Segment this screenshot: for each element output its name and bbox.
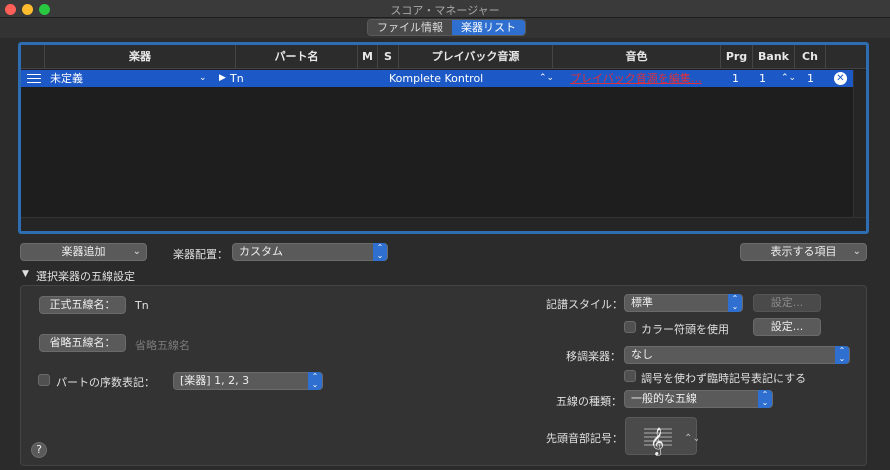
- full-name-value[interactable]: Tn: [135, 299, 149, 312]
- arrangement-popup[interactable]: カスタム ⌃ ⌄: [232, 243, 388, 261]
- row-prg[interactable]: 1: [732, 70, 739, 87]
- full-name-button[interactable]: 正式五線名：: [39, 296, 126, 314]
- clef-selector[interactable]: 𝄞 ⌃⌄: [625, 417, 701, 456]
- disclosure-triangle-down-icon[interactable]: ▼: [22, 269, 29, 279]
- transposing-label: 移調楽器：: [566, 350, 621, 363]
- row-instrument[interactable]: 未定義: [50, 70, 83, 87]
- staff-settings-title: 選択楽器の五線設定: [36, 270, 135, 283]
- ordinal-label: パートの序数表記：: [56, 376, 155, 389]
- header-ch[interactable]: Ch: [794, 45, 825, 69]
- title-bar: スコア・マネージャー: [0, 0, 890, 18]
- row-ch[interactable]: 1: [807, 70, 814, 87]
- notation-style-popup[interactable]: 標準 ⌃ ⌄: [624, 294, 743, 312]
- add-instrument-label: 楽器追加: [61, 245, 106, 258]
- table-row[interactable]: 未定義 ⌄ ▶ Tn Komplete Kontrol ⌃⌄ プレイバック音源を…: [21, 70, 853, 87]
- ordinal-value: [楽器] 1, 2, 3: [180, 374, 250, 387]
- short-name-button[interactable]: 省略五線名：: [39, 334, 126, 352]
- notation-settings-button[interactable]: 設定...: [753, 294, 821, 312]
- remove-instrument-icon[interactable]: ✕: [834, 72, 847, 85]
- show-items-button[interactable]: 表示する項目 ⌄: [740, 243, 867, 261]
- ordinal-checkbox[interactable]: [38, 374, 50, 386]
- svg-text:⌃⌄: ⌃⌄: [684, 433, 698, 444]
- key-accidental-checkbox[interactable]: [624, 370, 636, 382]
- vertical-scrollbar[interactable]: [853, 70, 866, 217]
- help-button[interactable]: ?: [31, 442, 47, 458]
- row-playback[interactable]: Komplete Kontrol: [389, 70, 483, 87]
- treble-clef-icon: 𝄞 ⌃⌄: [644, 427, 701, 456]
- instrument-dropdown-chevron-icon[interactable]: ⌄: [199, 70, 207, 87]
- add-instrument-button[interactable]: 楽器追加 ⌄: [20, 243, 147, 261]
- stepper-icon: ⌃ ⌄: [373, 243, 387, 261]
- row-part-name[interactable]: Tn: [230, 70, 244, 87]
- tab-bar: ファイル情報 楽器リスト: [0, 18, 890, 38]
- arrangement-value: カスタム: [239, 245, 283, 258]
- header-instrument[interactable]: 楽器: [44, 45, 235, 69]
- tab-instrument-list[interactable]: 楽器リスト: [452, 20, 525, 35]
- header-playback[interactable]: プレイバック音源: [398, 45, 552, 69]
- header-mute[interactable]: M: [357, 45, 377, 69]
- notation-style-label: 記譜スタイル：: [546, 298, 623, 311]
- header-sound[interactable]: 音色: [552, 45, 720, 69]
- header-handle: [21, 45, 44, 69]
- bank-stepper-icon[interactable]: ⌃⌄: [781, 70, 796, 87]
- show-items-label: 表示する項目: [770, 245, 837, 258]
- stepper-icon: ⌃ ⌄: [728, 294, 742, 312]
- horizontal-scrollbar[interactable]: [21, 217, 866, 231]
- short-name-field[interactable]: 省略五線名: [135, 337, 190, 353]
- row-bank[interactable]: 1: [759, 70, 766, 87]
- row-sound-edit-link[interactable]: プレイバック音源を編集…: [570, 70, 702, 87]
- staff-type-popup[interactable]: 一般的な五線 ⌃ ⌄: [624, 390, 773, 408]
- table-header: 楽器 パート名 M S プレイバック音源 音色 Prg Bank Ch: [21, 45, 866, 69]
- chevron-down-icon: ⌄: [132, 246, 141, 257]
- stepper-icon: ⌃ ⌄: [308, 372, 322, 390]
- playback-stepper-icon[interactable]: ⌃⌄: [539, 70, 554, 87]
- arrangement-label: 楽器配置：: [173, 248, 228, 261]
- staff-type-value: 一般的な五線: [631, 392, 697, 405]
- color-notehead-label: カラー符頭を使用: [641, 323, 729, 336]
- header-bank[interactable]: Bank: [752, 45, 794, 69]
- key-accidental-label: 調号を使わず臨時記号表記にする: [641, 372, 807, 385]
- header-remove: [825, 45, 866, 69]
- color-settings-button[interactable]: 設定...: [753, 318, 821, 336]
- stepper-icon: ⌃ ⌄: [758, 390, 772, 408]
- ordinal-popup[interactable]: [楽器] 1, 2, 3 ⌃ ⌄: [173, 372, 323, 390]
- clef-label: 先頭音部記号：: [546, 432, 623, 445]
- transposing-value: なし: [631, 348, 653, 361]
- chevron-down-icon: ⌄: [852, 246, 861, 257]
- svg-text:𝄞: 𝄞: [650, 427, 664, 456]
- stepper-icon: ⌃ ⌄: [835, 346, 849, 364]
- transposing-popup[interactable]: なし ⌃ ⌄: [624, 346, 850, 364]
- notation-style-value: 標準: [631, 296, 653, 309]
- window-title: スコア・マネージャー: [390, 4, 500, 17]
- tab-segmented-control: ファイル情報 楽器リスト: [367, 19, 526, 36]
- staff-type-label: 五線の種類：: [556, 395, 622, 408]
- color-notehead-checkbox[interactable]: [624, 321, 636, 333]
- header-solo[interactable]: S: [377, 45, 398, 69]
- header-prg[interactable]: Prg: [720, 45, 752, 69]
- instrument-list-table: 楽器 パート名 M S プレイバック音源 音色 Prg Bank Ch 未定義 …: [18, 42, 869, 234]
- drag-handle-icon[interactable]: [27, 74, 41, 83]
- tab-file-info[interactable]: ファイル情報: [368, 20, 452, 35]
- disclosure-triangle-icon[interactable]: ▶: [219, 70, 226, 87]
- header-part-name[interactable]: パート名: [235, 45, 357, 69]
